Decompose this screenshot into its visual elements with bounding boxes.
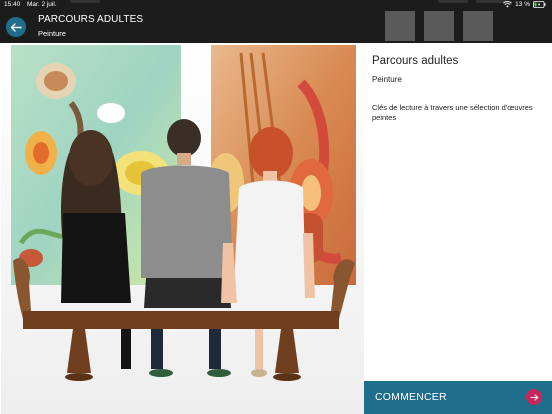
tour-subtitle: Peinture: [372, 75, 402, 84]
hero-image: [1, 43, 364, 414]
battery-icon: [533, 1, 546, 8]
battery-percent: 13 %: [515, 1, 530, 8]
tour-description: Clés de lecture à travers une sélection …: [372, 103, 533, 122]
page-title: PARCOURS ADULTES: [38, 14, 144, 25]
status-bar: 15:40 Mar. 2 juil. 13 %: [0, 0, 552, 10]
tab-handle: [476, 0, 506, 3]
gallery-photo: [1, 43, 364, 414]
tab-handle: [438, 0, 468, 3]
status-date: Mar. 2 juil.: [27, 1, 57, 8]
status-time: 15:40: [4, 1, 21, 8]
tab-handle: [70, 0, 100, 3]
start-button[interactable]: COMMENCER: [364, 381, 552, 414]
thumbnail[interactable]: [385, 11, 415, 41]
wifi-icon: [503, 1, 513, 8]
visitors: [61, 119, 315, 308]
app-header: PARCOURS ADULTES Peinture: [0, 10, 552, 43]
thumbnail[interactable]: [463, 11, 493, 41]
arrow-left-icon: [10, 22, 22, 32]
back-button[interactable]: [6, 17, 26, 37]
page-subtitle: Peinture: [38, 29, 66, 38]
thumbnail[interactable]: [424, 11, 454, 41]
arrow-right-icon: [526, 389, 542, 405]
info-panel: Parcours adultes Peinture Clés de lectur…: [364, 43, 552, 414]
start-button-label: COMMENCER: [375, 391, 447, 403]
tour-title: Parcours adultes: [372, 55, 459, 67]
status-indicators: 13 %: [503, 1, 546, 8]
